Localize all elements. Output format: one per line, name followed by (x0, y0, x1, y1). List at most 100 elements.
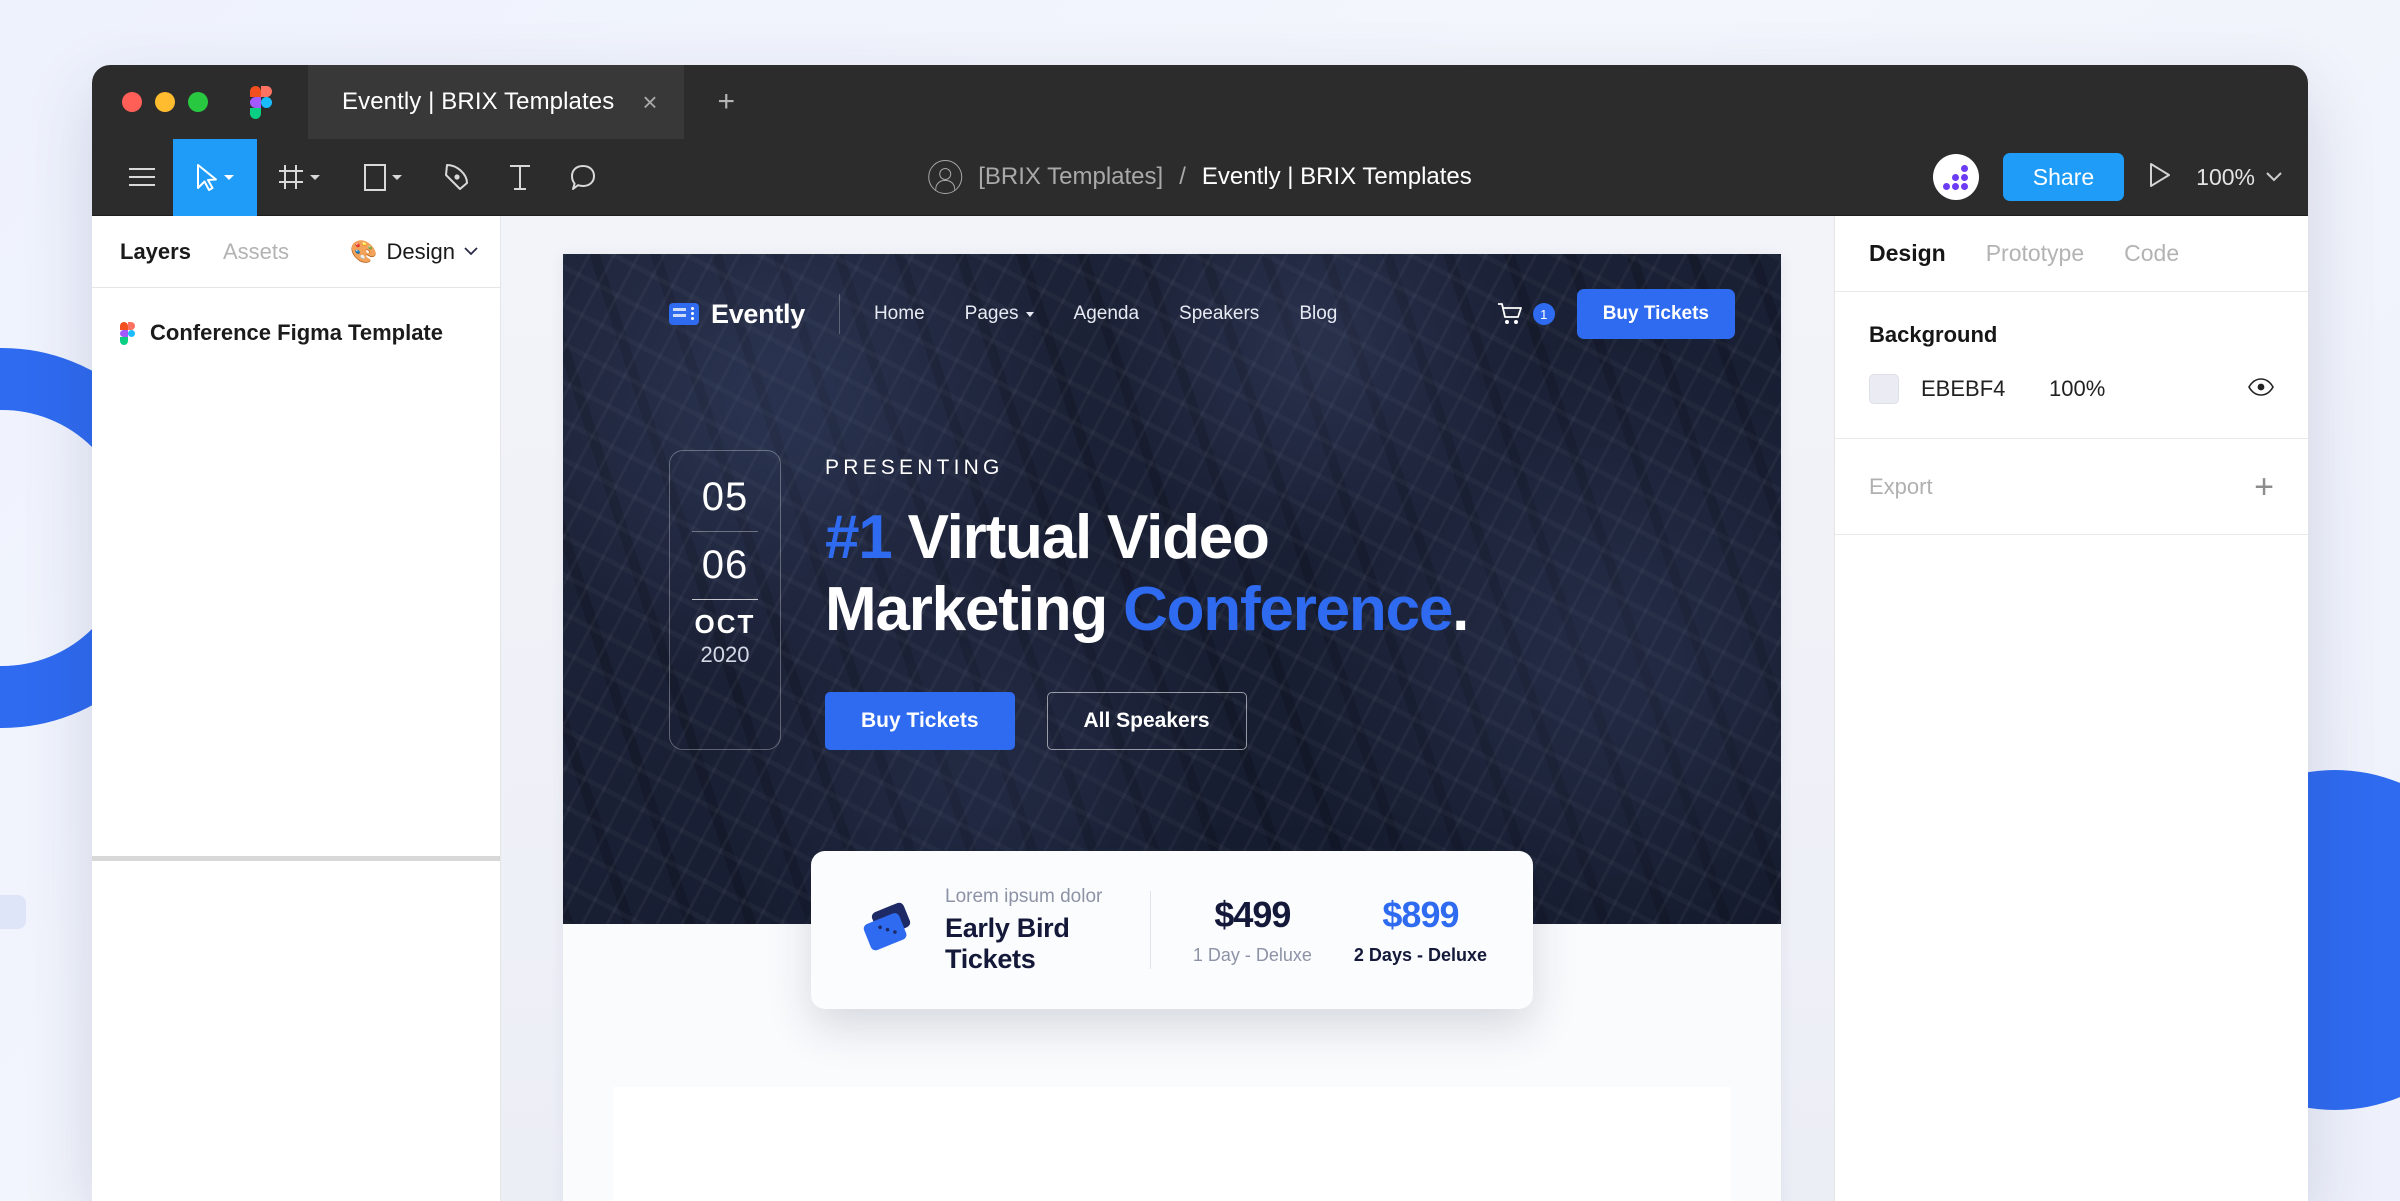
maximize-window-icon[interactable] (188, 92, 208, 112)
nav-link-speakers[interactable]: Speakers (1179, 303, 1259, 325)
design-frame[interactable]: Evently Home Pages Agenda Speakers Blog (563, 254, 1781, 1201)
frame-tool-icon[interactable] (257, 139, 341, 216)
menu-icon[interactable] (110, 139, 173, 216)
title-bar: Evently | BRIX Templates × + (92, 65, 2308, 139)
pricing-card-divider (1149, 891, 1151, 969)
file-tab[interactable]: Evently | BRIX Templates × (308, 65, 684, 139)
hero-buy-tickets-button[interactable]: Buy Tickets (825, 691, 1015, 750)
background-heading: Background (1869, 322, 1998, 347)
nav-link-speakers-label: Speakers (1179, 303, 1260, 324)
shape-tool-icon[interactable] (341, 139, 425, 216)
canvas[interactable]: Evently Home Pages Agenda Speakers Blog (501, 216, 1834, 1201)
visibility-eye-icon[interactable] (2248, 377, 2274, 401)
hero-headline-period: . (1452, 574, 1469, 644)
pricing-option-2-amount: $899 (1382, 894, 1459, 935)
tab-layers[interactable]: Layers (120, 239, 191, 265)
background-section: Background EBEBF4 100% (1835, 292, 2308, 439)
nav-buy-tickets-button[interactable]: Buy Tickets (1576, 289, 1735, 339)
color-swatch[interactable] (1869, 374, 1899, 404)
pricing-option-2[interactable]: $899 2 Days - Deluxe (1354, 894, 1487, 966)
tab-code[interactable]: Code (2124, 240, 2179, 267)
hero-headline-accent-1: #1 (825, 503, 893, 572)
nav-links: Home Pages Agenda Speakers Blog (874, 303, 1337, 325)
zoom-level-dropdown[interactable]: 100% (2196, 164, 2282, 191)
background-fill-row: EBEBF4 100% (1869, 374, 2274, 404)
hero-cta-group: Buy Tickets All Speakers (825, 691, 1468, 750)
website-navbar: Evently Home Pages Agenda Speakers Blog (563, 284, 1781, 344)
nav-divider (838, 294, 840, 334)
right-sidebar: Design Prototype Code Background EBEBF4 … (1834, 216, 2308, 1201)
pricing-card-labels: Lorem ipsum dolor Early Bird Tickets (945, 886, 1150, 975)
present-play-icon[interactable] (2148, 162, 2172, 193)
breadcrumb-file[interactable]: Evently | BRIX Templates (1202, 163, 1472, 191)
tab-prototype[interactable]: Prototype (1986, 240, 2084, 267)
nav-link-agenda[interactable]: Agenda (1074, 303, 1140, 325)
date-year: 2020 (700, 641, 750, 667)
brand-name: Evently (711, 298, 805, 329)
decorative-square-shape (0, 895, 26, 929)
hero-eyebrow: PRESENTING (825, 456, 1004, 479)
design-mode-label: Design (386, 238, 455, 264)
next-content-block (613, 1087, 1731, 1201)
new-tab-icon[interactable]: + (718, 87, 736, 117)
breadcrumb-separator: / (1179, 163, 1186, 190)
hero-headline-text-2: Marketing (825, 574, 1124, 644)
comment-tool-icon[interactable] (551, 139, 614, 216)
text-tool-icon[interactable] (488, 139, 551, 216)
close-tab-icon[interactable]: × (642, 89, 657, 115)
move-tool-icon[interactable] (173, 138, 257, 216)
pricing-option-1-amount: $499 (1214, 894, 1291, 935)
zoom-level-label: 100% (2196, 163, 2255, 190)
breadcrumb-project[interactable]: [BRIX Templates] (978, 163, 1163, 191)
website-hero-section: Evently Home Pages Agenda Speakers Blog (563, 254, 1781, 924)
nav-link-blog[interactable]: Blog (1299, 303, 1337, 325)
tab-design[interactable]: Design (1869, 240, 1946, 267)
palette-icon: 🎨 (350, 238, 378, 264)
add-export-icon[interactable]: + (2254, 470, 2274, 504)
nav-link-home[interactable]: Home (874, 303, 925, 325)
share-button[interactable]: Share (2002, 153, 2125, 201)
cart-icon (1497, 303, 1522, 324)
export-section: Export + (1835, 439, 2308, 535)
file-tab-label: Evently | BRIX Templates (342, 88, 615, 115)
pen-tool-icon[interactable] (425, 139, 488, 216)
tab-assets[interactable]: Assets (223, 239, 289, 265)
ticket-icon (857, 900, 921, 961)
pricing-option-1-label: 1 Day - Deluxe (1192, 945, 1312, 965)
close-window-icon[interactable] (122, 92, 142, 112)
nav-link-agenda-label: Agenda (1073, 303, 1140, 324)
hero-headline-accent-2: Conference (1123, 574, 1453, 644)
brand-logo[interactable]: Evently (669, 299, 805, 330)
collaborator-avatar[interactable] (1932, 154, 1979, 200)
app-body: Layers Assets 🎨 Design Conference Figma … (92, 216, 2308, 1201)
chevron-down-icon (1025, 311, 1034, 317)
hero-headline-line-1: #1 Virtual Video (825, 502, 1468, 574)
breadcrumb[interactable]: [BRIX Templates] / Evently | BRIX Templa… (928, 160, 1472, 194)
design-mode-dropdown[interactable]: 🎨 Design (350, 239, 478, 265)
hero-content: 05 06 OCT 2020 PRESENTING #1 Virtual Vid… (669, 450, 1721, 750)
user-avatar-icon (928, 160, 963, 194)
left-sidebar: Layers Assets 🎨 Design Conference Figma … (92, 216, 501, 1201)
screen: Evently | BRIX Templates × + [BRIX Templ… (0, 0, 2400, 1201)
pricing-card-subtitle: Lorem ipsum dolor (945, 885, 1103, 907)
date-day-start: 05 (701, 475, 749, 519)
right-sidebar-tabs: Design Prototype Code (1835, 216, 2308, 292)
nav-link-pages[interactable]: Pages (965, 303, 1034, 325)
hero-all-speakers-button[interactable]: All Speakers (1046, 691, 1247, 750)
nav-link-blog-label: Blog (1299, 303, 1338, 324)
date-month: OCT (694, 608, 756, 639)
cart-button[interactable]: 1 (1497, 302, 1555, 326)
layers-list: Conference Figma Template (92, 288, 500, 356)
figma-logo-icon (250, 85, 272, 119)
evently-logo-icon (669, 303, 699, 325)
pricing-option-1[interactable]: $499 1 Day - Deluxe (1193, 894, 1312, 966)
minimize-window-icon[interactable] (155, 92, 175, 112)
pricing-card[interactable]: Lorem ipsum dolor Early Bird Tickets $49… (811, 851, 1533, 1009)
background-opacity-value[interactable]: 100% (2049, 376, 2105, 402)
figma-component-icon (120, 322, 135, 345)
background-hex-value[interactable]: EBEBF4 (1921, 376, 2049, 402)
hero-text-block: PRESENTING #1 Virtual Video Marketing Co… (825, 450, 1469, 750)
pricing-options: $499 1 Day - Deluxe $899 2 Days - Deluxe (1193, 894, 1487, 966)
layer-item[interactable]: Conference Figma Template (92, 310, 500, 356)
pricing-card-title: Early Bird Tickets (945, 912, 1070, 974)
